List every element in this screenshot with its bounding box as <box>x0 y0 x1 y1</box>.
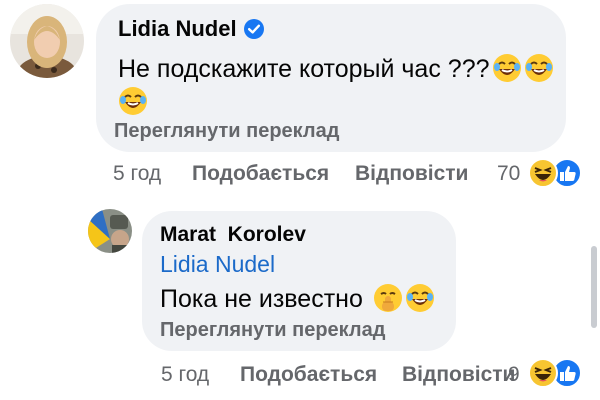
scrollbar[interactable] <box>591 246 597 328</box>
verified-badge-icon <box>243 18 265 40</box>
like-button[interactable]: Подобається <box>240 363 377 387</box>
comment-text-line: Пока не известно <box>160 283 435 314</box>
comment-text-line <box>118 86 148 117</box>
reactions-summary-2[interactable] <box>528 358 584 388</box>
comment-author[interactable]: Lidia Nudel <box>118 16 265 42</box>
comment-timestamp[interactable]: 5 год <box>161 363 209 387</box>
shushing-face-emoji <box>373 283 403 313</box>
mention-link[interactable]: Lidia Nudel <box>160 251 275 278</box>
see-translation-link[interactable]: Переглянути переклад <box>114 120 339 143</box>
reaction-count[interactable]: 9 <box>508 363 520 387</box>
laughing-crying-emoji <box>492 53 522 83</box>
comment-text-line: Не подскажите который час ??? <box>118 53 554 84</box>
laughing-crying-emoji <box>524 53 554 83</box>
haha-reaction-icon <box>528 158 558 188</box>
see-translation-link[interactable]: Переглянути переклад <box>160 319 385 342</box>
comment-bubble-2: Marat Korolev Lidia Nudel Пока не извест… <box>142 211 456 351</box>
avatar-marat-korolev[interactable] <box>88 209 132 253</box>
comment-text: Не подскажите который час ??? <box>118 55 490 83</box>
reactions-summary-1[interactable] <box>528 158 584 188</box>
author-name[interactable]: Lidia Nudel <box>118 16 237 41</box>
like-button[interactable]: Подобається <box>192 162 329 186</box>
comment-text: Пока не известно <box>160 285 363 313</box>
comment-bubble-1: Lidia Nudel Не подскажите который час ??… <box>96 4 566 152</box>
reply-button[interactable]: Відповісти <box>355 162 468 186</box>
reply-button[interactable]: Відповісти <box>402 363 515 387</box>
laughing-crying-emoji <box>118 86 148 116</box>
haha-reaction-icon <box>528 358 558 388</box>
laughing-crying-emoji <box>405 283 435 313</box>
comment-author[interactable]: Marat Korolev <box>160 223 306 247</box>
reaction-count[interactable]: 70 <box>497 162 520 186</box>
comment-timestamp[interactable]: 5 год <box>113 162 161 186</box>
avatar-lidia-nudel[interactable] <box>10 4 84 78</box>
